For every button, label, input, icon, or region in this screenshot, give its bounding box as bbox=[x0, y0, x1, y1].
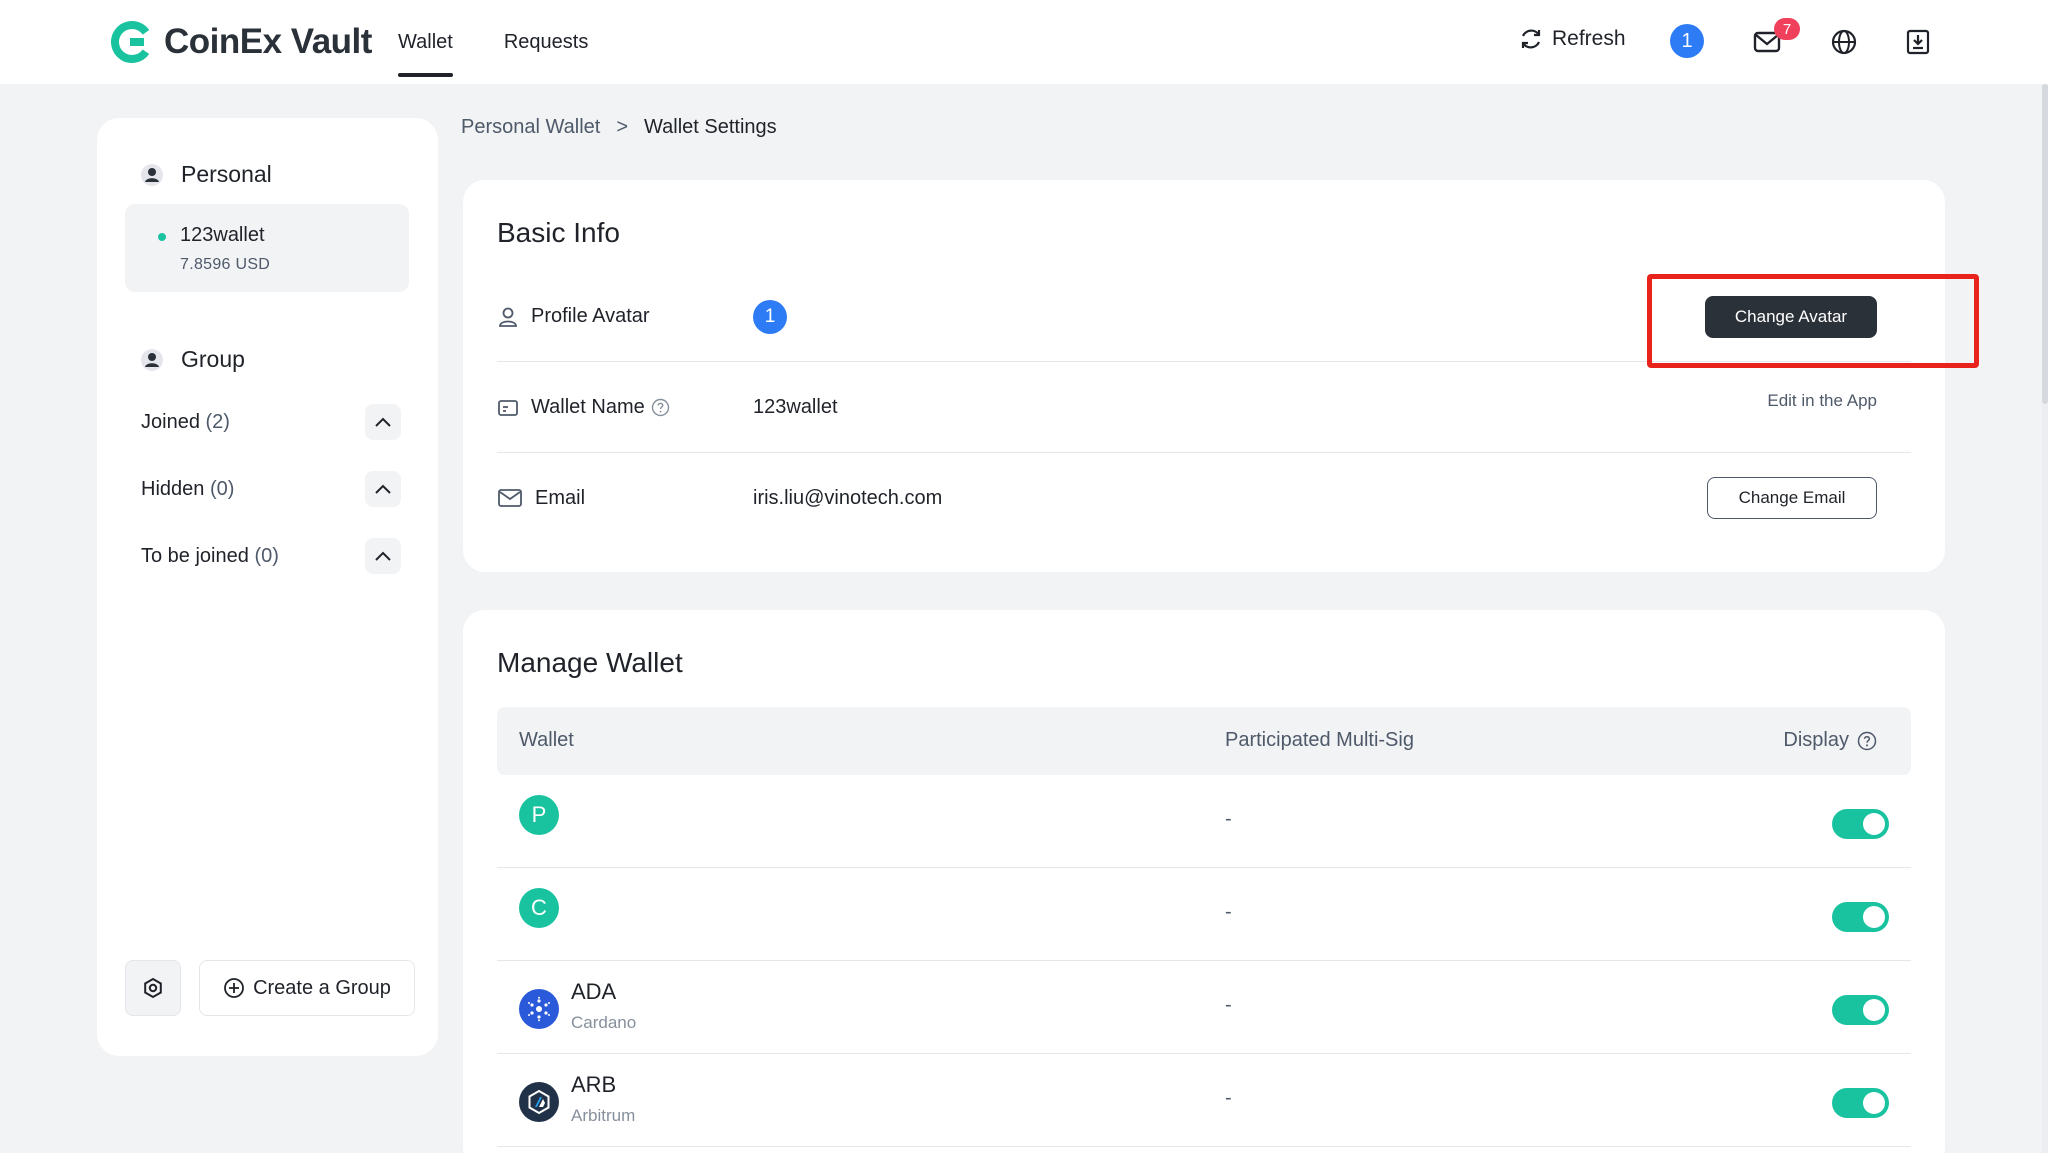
basic-info-title: Basic Info bbox=[497, 217, 620, 248]
multisig-value: - bbox=[1225, 994, 1232, 1016]
user-avatar[interactable]: 1 bbox=[1670, 24, 1704, 58]
settings-icon bbox=[144, 977, 162, 999]
wallet-name-value: 123wallet bbox=[753, 396, 838, 418]
chevron-up-icon[interactable] bbox=[365, 404, 401, 440]
download-button[interactable] bbox=[1903, 27, 1933, 57]
plus-circle-icon bbox=[224, 978, 244, 998]
logo-text: CoinEx Vault bbox=[164, 22, 372, 61]
group-hidden[interactable]: Hidden (0) bbox=[141, 469, 401, 509]
display-toggle[interactable] bbox=[1832, 902, 1889, 932]
breadcrumb-current: Wallet Settings bbox=[644, 116, 777, 138]
download-icon bbox=[1906, 29, 1930, 55]
email-label: Email bbox=[497, 487, 753, 510]
breadcrumb: Personal Wallet > Wallet Settings bbox=[461, 116, 777, 139]
col-display-text: Display bbox=[1783, 729, 1849, 751]
col-display: Display bbox=[1783, 729, 1877, 752]
profile-avatar-text: Profile Avatar bbox=[531, 305, 650, 327]
create-group-button[interactable]: Create a Group bbox=[199, 960, 415, 1016]
language-button[interactable] bbox=[1829, 27, 1859, 57]
wallet-card-icon bbox=[498, 399, 518, 416]
personal-section-title: Personal bbox=[141, 161, 272, 188]
display-toggle[interactable] bbox=[1832, 809, 1889, 839]
user-outline-icon bbox=[499, 307, 517, 327]
arbitrum-icon bbox=[519, 1082, 559, 1122]
coin-network: Cardano bbox=[571, 1013, 637, 1032]
group-title-text: Group bbox=[181, 346, 245, 372]
logo[interactable]: CoinEx Vault bbox=[110, 18, 372, 66]
change-avatar-button[interactable]: Change Avatar bbox=[1705, 295, 1877, 338]
coin-name: ADA bbox=[571, 979, 617, 1004]
cardano-icon bbox=[519, 989, 559, 1029]
wallet-initial-avatar: C bbox=[519, 888, 559, 928]
manage-wallet-title: Manage Wallet bbox=[497, 647, 683, 678]
mail-icon bbox=[498, 489, 522, 507]
wallet-name-label: Wallet Name bbox=[497, 396, 753, 419]
create-group-label: Create a Group bbox=[253, 976, 391, 999]
profile-avatar-label: Profile Avatar bbox=[497, 305, 753, 328]
globe-icon bbox=[1831, 29, 1857, 55]
group-joined[interactable]: Joined (2) bbox=[141, 402, 401, 442]
wallet-initial-avatar: P bbox=[519, 795, 559, 835]
help-icon[interactable] bbox=[651, 398, 670, 417]
group-joined-label: Joined (2) bbox=[141, 410, 230, 433]
settings-button[interactable] bbox=[125, 960, 181, 1016]
table-row: C - bbox=[497, 868, 1911, 961]
coin-name: ARB bbox=[571, 1072, 617, 1097]
basic-info-card: Basic Info Profile Avatar 1 Change Avata… bbox=[463, 180, 1945, 572]
sidebar-wallet-item[interactable]: 123wallet 7.8596 USD bbox=[125, 204, 409, 292]
main-nav: Wallet Requests bbox=[398, 0, 639, 84]
display-toggle[interactable] bbox=[1832, 995, 1889, 1025]
email-value: iris.liu@vinotech.com bbox=[753, 486, 943, 509]
email-row: Email iris.liu@vinotech.com Change Email bbox=[497, 453, 1911, 543]
profile-avatar: 1 bbox=[753, 299, 787, 334]
wallet-status-dot bbox=[158, 233, 166, 241]
multisig-value: - bbox=[1225, 808, 1232, 830]
display-toggle[interactable] bbox=[1832, 1088, 1889, 1118]
table-row: ARB Arbitrum - bbox=[497, 1054, 1911, 1147]
breadcrumb-personal-wallet[interactable]: Personal Wallet bbox=[461, 116, 600, 139]
group-section-title: Group bbox=[141, 346, 245, 373]
wallet-name-text: Wallet Name bbox=[531, 396, 645, 418]
nav-wallet[interactable]: Wallet bbox=[398, 0, 453, 84]
refresh-label: Refresh bbox=[1552, 27, 1626, 50]
wallet-name: 123wallet bbox=[180, 224, 265, 246]
manage-wallet-card: Manage Wallet Wallet Participated Multi-… bbox=[463, 610, 1945, 1153]
multisig-value: - bbox=[1225, 901, 1232, 923]
breadcrumb-separator: > bbox=[616, 116, 629, 138]
table-row: ADA Cardano - bbox=[497, 961, 1911, 1054]
personal-title-text: Personal bbox=[181, 161, 272, 187]
change-email-button[interactable]: Change Email bbox=[1707, 477, 1877, 519]
table-header: Wallet Participated Multi-Sig Display bbox=[497, 707, 1911, 775]
group-icon bbox=[141, 348, 163, 371]
person-icon bbox=[141, 163, 163, 186]
wallet-name-row: Wallet Name 123wallet Edit in the App bbox=[497, 363, 1911, 453]
group-to-be-joined-label: To be joined (0) bbox=[141, 544, 279, 567]
profile-avatar-row: Profile Avatar 1 Change Avatar bbox=[497, 272, 1911, 362]
email-text: Email bbox=[535, 486, 586, 509]
col-wallet: Wallet bbox=[519, 729, 574, 751]
help-icon[interactable] bbox=[1857, 731, 1877, 751]
group-to-be-joined[interactable]: To be joined (0) bbox=[141, 536, 401, 576]
coinex-logo-icon bbox=[111, 21, 153, 63]
refresh-button[interactable]: Refresh bbox=[1518, 26, 1626, 52]
wallet-balance: 7.8596 USD bbox=[180, 256, 271, 273]
group-hidden-label: Hidden (0) bbox=[141, 477, 235, 500]
table-row: P - bbox=[497, 775, 1911, 868]
multisig-value: - bbox=[1225, 1087, 1232, 1109]
nav-requests[interactable]: Requests bbox=[504, 0, 589, 84]
sidebar: Personal 123wallet 7.8596 USD Group Join… bbox=[97, 118, 438, 1056]
mail-badge: 7 bbox=[1774, 18, 1800, 40]
top-header: CoinEx Vault Wallet Requests Refresh 1 7 bbox=[0, 0, 2048, 84]
refresh-icon bbox=[1521, 29, 1541, 49]
edit-in-app-text: Edit in the App bbox=[1767, 391, 1877, 410]
page-scrollbar-thumb[interactable] bbox=[2042, 84, 2048, 404]
chevron-up-icon[interactable] bbox=[365, 471, 401, 507]
col-multisig: Participated Multi-Sig bbox=[1225, 729, 1414, 751]
coin-network: Arbitrum bbox=[571, 1106, 636, 1125]
chevron-up-icon[interactable] bbox=[365, 538, 401, 574]
